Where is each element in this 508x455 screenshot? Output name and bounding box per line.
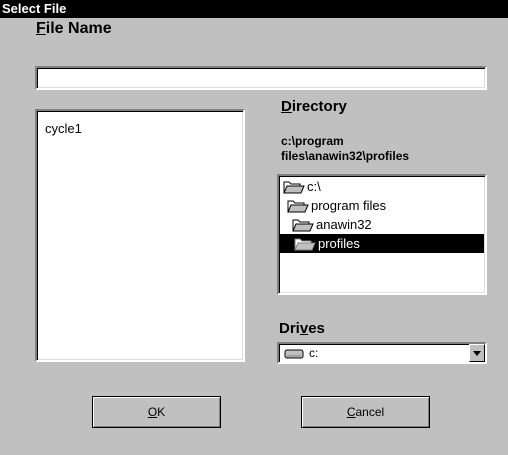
directory-label: Directory <box>281 98 347 115</box>
open-folder-icon <box>292 219 314 232</box>
directory-item-anawin32[interactable]: anawin32 <box>292 215 372 234</box>
directory-tree[interactable]: c:\ program files anawin32 profiles <box>277 174 487 295</box>
drives-selected-value: c: <box>309 346 319 360</box>
directory-item-program-files[interactable]: program files <box>287 196 386 215</box>
open-folder-icon <box>294 238 316 251</box>
current-path-line1: c:\program <box>281 134 344 148</box>
file-name-input[interactable] <box>35 66 487 90</box>
directory-item-profiles[interactable]: profiles <box>280 234 484 253</box>
chevron-down-icon <box>473 350 481 356</box>
file-list[interactable]: cycle1 <box>35 109 245 362</box>
directory-item-c-root[interactable]: c:\ <box>283 177 321 196</box>
drives-label: Drives <box>279 320 325 337</box>
file-list-item[interactable]: cycle1 <box>45 121 82 136</box>
drive-icon <box>284 349 304 359</box>
ok-button[interactable]: OK <box>92 396 221 428</box>
open-folder-icon <box>287 200 309 213</box>
drives-dropdown-button[interactable] <box>469 344 485 362</box>
file-name-label: File Name <box>36 20 112 37</box>
drives-dropdown[interactable]: c: <box>277 342 487 364</box>
cancel-button[interactable]: Cancel <box>301 396 430 428</box>
current-path-line2: files\anawin32\profiles <box>281 149 410 163</box>
open-folder-icon <box>283 181 305 194</box>
window-title: Select File <box>0 0 508 18</box>
